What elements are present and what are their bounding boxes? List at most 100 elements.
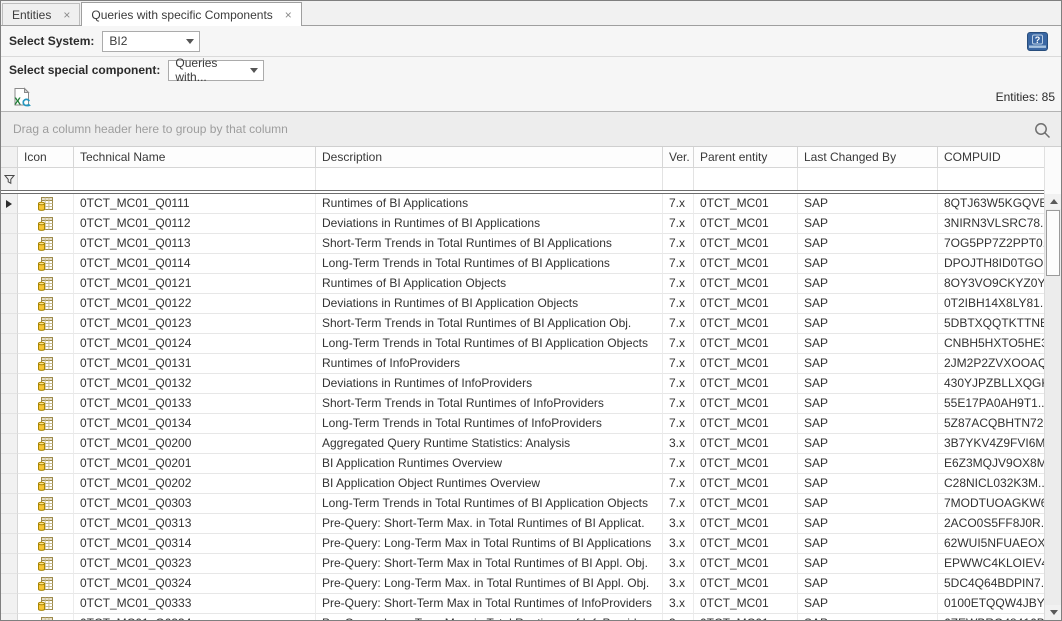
table-row[interactable]: 0TCT_MC01_Q0113Short-Term Trends in Tota… [1,234,1044,254]
group-by-panel[interactable]: Drag a column header here to group by th… [1,112,1061,147]
cell-parent-entity: 0TCT_MC01 [694,494,798,514]
table-row[interactable]: 0TCT_MC01_Q0314Pre-Query: Long-Term Max … [1,534,1044,554]
close-icon[interactable]: × [285,9,292,21]
special-component-select[interactable]: Queries with... [168,60,264,81]
tab-queries-with-specific-components[interactable]: Queries with specific Components × [81,2,301,26]
search-button[interactable] [1032,120,1052,140]
filter-cell[interactable] [663,168,694,190]
table-row[interactable]: 0TCT_MC01_Q0133Short-Term Trends in Tota… [1,394,1044,414]
cell-description: BI Application Object Runtimes Overview [316,474,663,494]
search-icon [1033,121,1052,140]
row-indicator [1,474,18,494]
scroll-up-button[interactable] [1045,194,1061,209]
column-header-description[interactable]: Description [316,147,663,168]
table-row[interactable]: 0TCT_MC01_Q0132Deviations in Runtimes of… [1,374,1044,394]
table-row[interactable]: 0TCT_MC01_Q0134Long-Term Trends in Total… [1,414,1044,434]
cell-description: Pre-Query: Long-Term Max in Total Runtim… [316,534,663,554]
filter-cell[interactable] [18,168,74,190]
table-row[interactable]: 0TCT_MC01_Q0334Pre-Query: Long-Term Max.… [1,614,1044,620]
cell-parent-entity: 0TCT_MC01 [694,394,798,414]
cell-technical-name: 0TCT_MC01_Q0123 [74,314,316,334]
cell-parent-entity: 0TCT_MC01 [694,554,798,574]
filter-cell[interactable] [316,168,663,190]
column-header-compuid[interactable]: COMPUID [938,147,1044,168]
column-header-parent-entity[interactable]: Parent entity [694,147,798,168]
help-button[interactable]: ? [1026,31,1048,51]
cell-technical-name: 0TCT_MC01_Q0133 [74,394,316,414]
arrow-up-icon [1050,199,1058,204]
query-icon [37,596,54,612]
cell-technical-name: 0TCT_MC01_Q0303 [74,494,316,514]
cell-version: 7.x [663,474,694,494]
query-icon [37,256,54,272]
table-row[interactable]: 0TCT_MC01_Q0123Short-Term Trends in Tota… [1,314,1044,334]
table-row[interactable]: 0TCT_MC01_Q0114Long-Term Trends in Total… [1,254,1044,274]
cell-parent-entity: 0TCT_MC01 [694,374,798,394]
query-icon-cell [18,514,74,534]
cell-version: 7.x [663,234,694,254]
table-row[interactable]: 0TCT_MC01_Q0313Pre-Query: Short-Term Max… [1,514,1044,534]
table-row[interactable]: 0TCT_MC01_Q0202BI Application Object Run… [1,474,1044,494]
row-indicator [1,354,18,374]
cell-technical-name: 0TCT_MC01_Q0111 [74,194,316,214]
cell-parent-entity: 0TCT_MC01 [694,434,798,454]
row-indicator [1,514,18,534]
cell-technical-name: 0TCT_MC01_Q0132 [74,374,316,394]
cell-last-changed-by: SAP [798,274,938,294]
filter-row-indicator[interactable] [1,168,18,190]
cell-compuid: 6ZEWBRO48416B... [938,614,1044,620]
cell-technical-name: 0TCT_MC01_Q0323 [74,554,316,574]
filter-cell[interactable] [694,168,798,190]
query-icon [37,556,54,572]
cell-version: 3.x [663,614,694,620]
grid-rows: 0TCT_MC01_Q0111Runtimes of BI Applicatio… [1,194,1044,620]
filter-row [1,168,1044,190]
cell-technical-name: 0TCT_MC01_Q0113 [74,234,316,254]
cell-description: Pre-Query: Long-Term Max. in Total Runti… [316,614,663,620]
column-header-last-changed-by[interactable]: Last Changed By [798,147,938,168]
scrollbar-thumb[interactable] [1046,210,1060,276]
cell-description: Pre-Query: Long-Term Max. in Total Runti… [316,574,663,594]
cell-compuid: 5DC4Q64BDPIN7... [938,574,1044,594]
table-row[interactable]: 0TCT_MC01_Q0122Deviations in Runtimes of… [1,294,1044,314]
table-row[interactable]: 0TCT_MC01_Q0111Runtimes of BI Applicatio… [1,194,1044,214]
cell-technical-name: 0TCT_MC01_Q0124 [74,334,316,354]
cell-last-changed-by: SAP [798,234,938,254]
export-to-excel-button[interactable]: X [9,86,33,108]
table-row[interactable]: 0TCT_MC01_Q0323Pre-Query: Short-Term Max… [1,554,1044,574]
cell-technical-name: 0TCT_MC01_Q0313 [74,514,316,534]
query-icon-cell [18,194,74,214]
filter-cell[interactable] [938,168,1044,190]
filter-cell[interactable] [74,168,316,190]
table-row[interactable]: 0TCT_MC01_Q0121Runtimes of BI Applicatio… [1,274,1044,294]
table-row[interactable]: 0TCT_MC01_Q0200Aggregated Query Runtime … [1,434,1044,454]
scroll-down-button[interactable] [1045,605,1061,620]
tab-entities[interactable]: Entities × [2,3,80,25]
query-icon-cell [18,234,74,254]
filter-cell[interactable] [798,168,938,190]
column-header-version[interactable]: Ver. [663,147,694,168]
vertical-scrollbar[interactable] [1044,194,1061,620]
cell-description: Runtimes of InfoProviders [316,354,663,374]
cell-parent-entity: 0TCT_MC01 [694,414,798,434]
table-row[interactable]: 0TCT_MC01_Q0333Pre-Query: Short-Term Max… [1,594,1044,614]
row-indicator [1,394,18,414]
cell-version: 7.x [663,494,694,514]
query-icon-cell [18,374,74,394]
query-icon [37,316,54,332]
cell-description: Deviations in Runtimes of InfoProviders [316,374,663,394]
cell-compuid: 3NIRN3VLSRC78... [938,214,1044,234]
cell-parent-entity: 0TCT_MC01 [694,194,798,214]
table-row[interactable]: 0TCT_MC01_Q0112Deviations in Runtimes of… [1,214,1044,234]
table-row[interactable]: 0TCT_MC01_Q0324Pre-Query: Long-Term Max.… [1,574,1044,594]
table-row[interactable]: 0TCT_MC01_Q0131Runtimes of InfoProviders… [1,354,1044,374]
column-header-icon[interactable]: Icon [18,147,74,168]
chevron-down-icon [186,39,194,44]
close-icon[interactable]: × [63,9,70,21]
system-select[interactable]: BI2 [102,31,200,52]
column-header-technical-name[interactable]: Technical Name [74,147,316,168]
cell-technical-name: 0TCT_MC01_Q0202 [74,474,316,494]
table-row[interactable]: 0TCT_MC01_Q0124Long-Term Trends in Total… [1,334,1044,354]
table-row[interactable]: 0TCT_MC01_Q0201BI Application Runtimes O… [1,454,1044,474]
table-row[interactable]: 0TCT_MC01_Q0303Long-Term Trends in Total… [1,494,1044,514]
